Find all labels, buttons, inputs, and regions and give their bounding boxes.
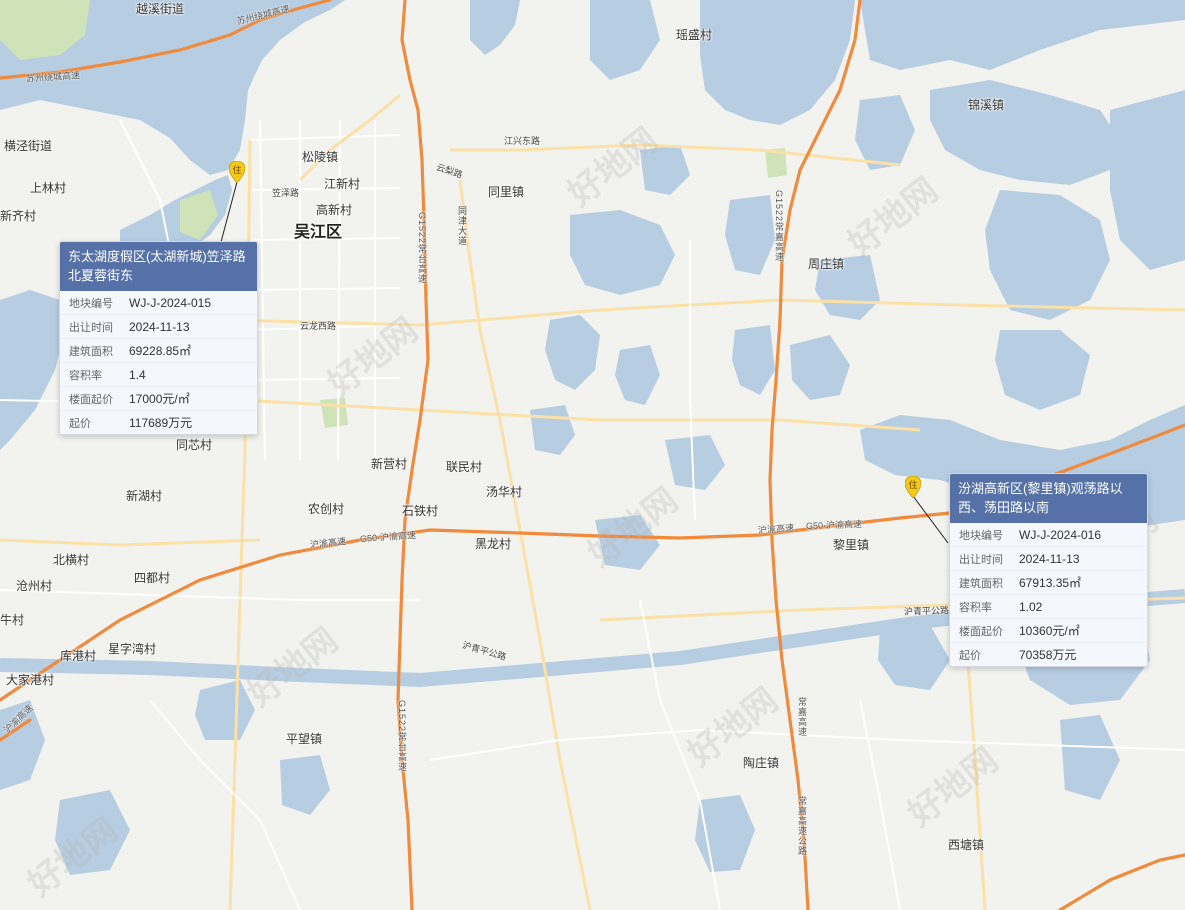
parcel-row: 起价 117689万元 [60,411,257,434]
place-label: 大家港村 [6,673,55,687]
road-label: 笠泽路 [272,188,300,198]
road-label: 沪青平公路 [903,605,950,617]
road-label: 常嘉高速公路 [797,796,807,856]
parcel-row-label: 容积率 [69,369,102,382]
place-label: 上林村 [30,181,67,195]
place-label: 江新村 [324,177,361,191]
place-label: 黑龙村 [475,537,512,551]
parcel-info-card[interactable]: 汾湖高新区(黎里镇)观荡路以西、荡田路以南 地块编号 WJ-J-2024-016… [949,473,1148,667]
parcel-row: 出让时间 2024-11-13 [60,315,257,339]
parcel-row-value: 2024-11-13 [129,319,190,334]
place-label: 牛村 [0,613,25,627]
parcel-row: 地块编号 WJ-J-2024-015 [60,291,257,315]
parcel-title: 汾湖高新区(黎里镇)观荡路以西、荡田路以南 [950,474,1147,523]
green-3 [320,398,348,428]
place-label: 横泾街道 [4,139,53,153]
place-label: 北横村 [53,553,90,567]
parcel-row-value: WJ-J-2024-016 [1019,527,1102,542]
parcel-row-value: 1.4 [129,367,146,382]
parcel-row: 楼面起价 10360元/㎡ [950,619,1147,643]
road-label: 云龙西路 [300,321,337,331]
place-label: 石铁村 [402,504,439,518]
parcel-row-label: 地块编号 [69,297,113,310]
parcel-row: 地块编号 WJ-J-2024-016 [950,523,1147,547]
parcel-row-value: 69228.85㎡ [129,344,192,358]
place-label: 联民村 [446,460,483,474]
place-label: 同里镇 [488,185,525,199]
parcel-row-label: 起价 [959,649,981,662]
road-label: G1522常台高速 [417,212,427,285]
place-label: 沧州村 [16,579,53,593]
place-label: 越溪街道 [136,2,185,16]
place-label: 四都村 [134,571,171,585]
map-canvas[interactable] [0,0,1185,910]
place-label: 锦溪镇 [968,98,1005,112]
parcel-row-value: 10360元/㎡ [1019,624,1080,638]
place-label: 新湖村 [126,489,163,503]
parcel-row: 出让时间 2024-11-13 [950,547,1147,571]
road-label: 沪渝高速 [757,522,795,536]
parcel-row-value: 17000元/㎡ [129,392,190,406]
parcel-row-value: 67913.35㎡ [1019,576,1082,590]
place-label: 新齐村 [0,209,37,223]
road-label: 同津大道 [457,206,467,246]
place-label: 西塘镇 [948,838,985,852]
parcel-row-value: WJ-J-2024-015 [129,295,212,310]
place-label: 平望镇 [286,732,323,746]
parcel-row: 容积率 1.02 [950,595,1147,619]
place-label: 瑶盛村 [676,28,713,42]
parcel-row-label: 楼面起价 [959,625,1003,638]
place-label: 库港村 [60,649,97,663]
place-label: 汤华村 [486,485,523,499]
parcel-row-value: 117689万元 [129,416,193,430]
place-label: 周庄镇 [808,257,845,271]
road-label: G50·沪渝高速 [805,519,863,531]
place-label: 新营村 [371,457,408,471]
parcel-row: 容积率 1.4 [60,363,257,387]
parcel-row-label: 出让时间 [69,321,113,334]
place-label: 陶庄镇 [743,756,780,770]
parcel-row-label: 建筑面积 [69,345,113,358]
road-label: 江兴东路 [504,136,541,146]
parcel-row-label: 楼面起价 [69,393,113,406]
parcel-row-label: 容积率 [959,601,992,614]
parcel-row-label: 起价 [69,417,91,430]
place-label: 农创村 [308,502,345,516]
parcel-title: 东太湖度假区(太湖新城)笠泽路北夏蓉街东 [60,242,257,291]
place-label-district: 吴江区 [294,224,343,241]
road-label: G1522常台高速 [397,700,407,773]
place-label: 星字湾村 [108,642,157,656]
pin-label: 住 [908,481,918,491]
parcel-row-label: 建筑面积 [959,577,1003,590]
parcel-row-label: 出让时间 [959,553,1003,566]
parcel-row-label: 地块编号 [959,529,1003,542]
parcel-row: 建筑面积 69228.85㎡ [60,339,257,363]
road-label: G1522常嘉高速 [774,190,784,263]
place-label: 高新村 [316,203,353,217]
parcel-row-value: 70358万元 [1019,648,1077,662]
parcel-row-value: 1.02 [1019,599,1043,614]
parcel-row: 起价 70358万元 [950,643,1147,666]
location-pin-icon[interactable]: 住 [904,475,922,499]
road-label: 常嘉高速 [797,697,807,737]
parcel-info-card[interactable]: 东太湖度假区(太湖新城)笠泽路北夏蓉街东 地块编号 WJ-J-2024-015 … [59,241,258,435]
parcel-row: 建筑面积 67913.35㎡ [950,571,1147,595]
location-pin-icon[interactable]: 住 [228,160,246,184]
place-label: 同芯村 [176,438,213,452]
place-label: 黎里镇 [833,538,870,552]
parcel-row: 楼面起价 17000元/㎡ [60,387,257,411]
place-label: 松陵镇 [302,150,339,164]
parcel-row-value: 2024-11-13 [1019,551,1080,566]
pin-label: 住 [232,166,242,176]
